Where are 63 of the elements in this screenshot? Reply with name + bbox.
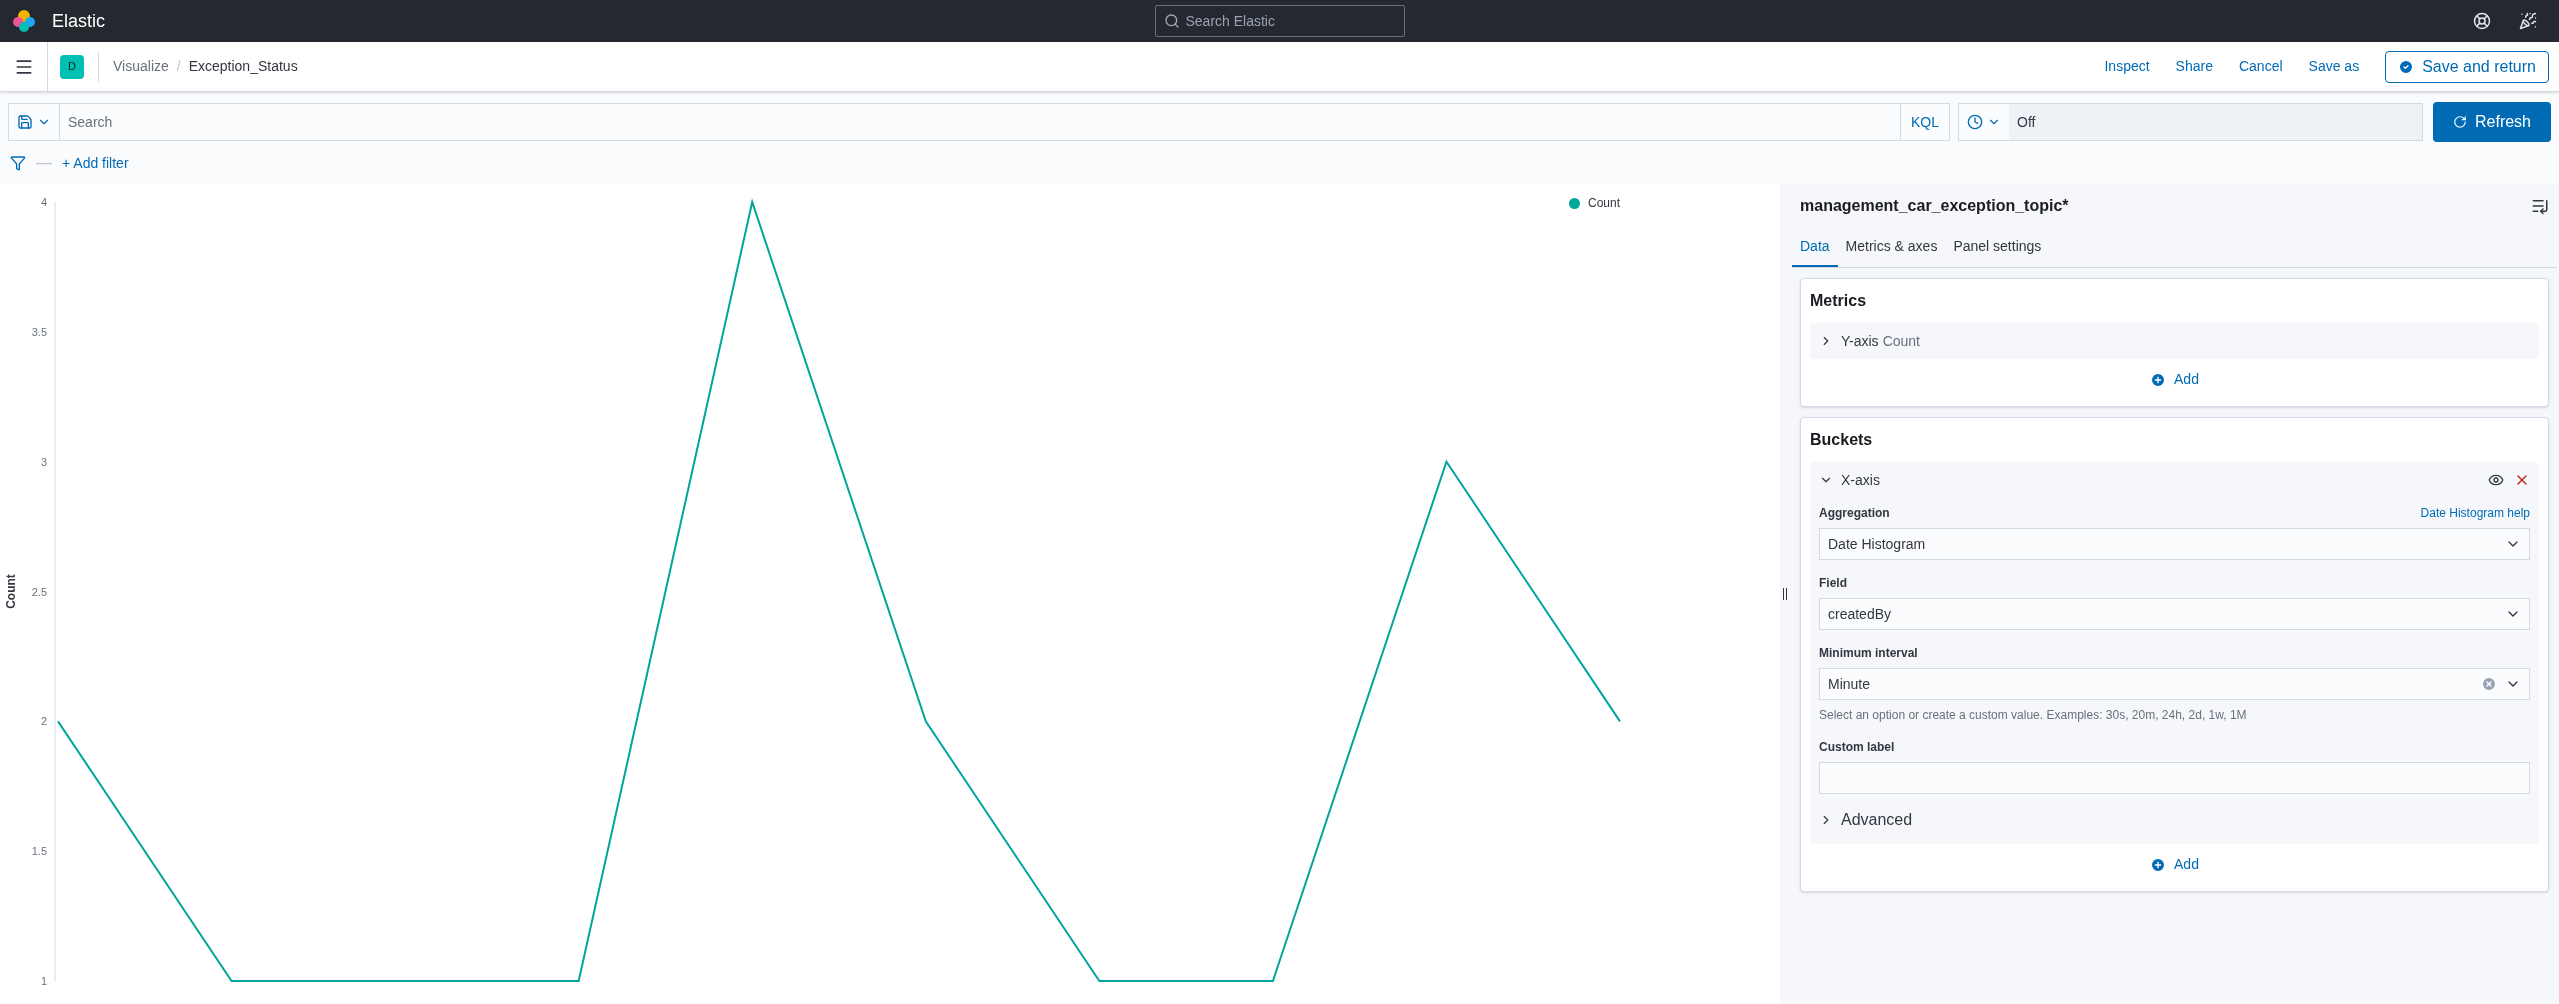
editor-tab[interactable]: Metrics & axes <box>1837 228 1946 267</box>
plus-icon <box>2150 371 2167 388</box>
select-field[interactable]: Date Histogram <box>1819 528 2530 560</box>
plus-icon <box>2150 856 2167 873</box>
add-button[interactable]: Add <box>2150 369 2199 390</box>
refresh-interval-field[interactable]: Off <box>2009 104 2422 140</box>
nav-action-link[interactable]: Cancel <box>2238 56 2283 77</box>
editor-tab[interactable]: Panel settings <box>1945 228 2050 267</box>
field-label: Aggregation <box>1819 505 1890 522</box>
filter-separator: — <box>36 153 52 173</box>
search-icon <box>1163 13 1180 29</box>
add-filter-link[interactable]: + Add filter <box>62 152 129 174</box>
help-text: Select an option or create a custom value. Examples: 30s, 20m, 24h, 2d, 1w, 1M <box>1819 707 2248 724</box>
select-field[interactable]: createdBy <box>1819 598 2530 630</box>
logo-icon[interactable] <box>12 9 36 33</box>
y-tick-label: 2.5 <box>31 585 47 598</box>
editor-tab[interactable]: Data <box>1792 228 1838 267</box>
y-tick-label: 2 <box>40 715 47 728</box>
add-button[interactable]: Add <box>2150 854 2199 875</box>
refresh-icon <box>2453 115 2467 129</box>
y-tick-label: 1.5 <box>31 845 47 858</box>
space-avatar[interactable]: D <box>60 54 84 79</box>
section-title: Metrics <box>1810 291 1868 311</box>
help-link[interactable]: Date Histogram help <box>2420 504 2530 522</box>
aggregation-title[interactable]: Y-axis <box>1841 330 1879 352</box>
resize-handle-icon[interactable] <box>1783 588 1787 600</box>
party-popper-icon[interactable] <box>2519 12 2537 30</box>
brand-name[interactable]: Elastic <box>52 7 105 35</box>
nav-action-link[interactable]: Share <box>2175 56 2213 77</box>
advanced-toggle[interactable]: Advanced <box>1841 808 1913 832</box>
aggregation-title[interactable]: X-axis <box>1841 469 1880 491</box>
legend-label[interactable]: Count <box>1587 194 1620 212</box>
breadcrumb-separator: / <box>176 57 181 76</box>
y-tick-label: 4 <box>40 196 47 208</box>
collapse-icon[interactable] <box>2531 197 2549 215</box>
field-label: Custom label <box>1819 739 1895 756</box>
nav-action-link[interactable]: Inspect <box>2104 56 2150 77</box>
aggregation-type: Count <box>1882 331 1920 351</box>
search-input[interactable]: Search <box>60 104 1900 140</box>
nav-action-link[interactable]: Save as <box>2308 56 2360 77</box>
combo-box-field[interactable]: Minute <box>1819 668 2530 700</box>
save-and-return-button[interactable]: Save and return <box>2385 50 2549 83</box>
filter-icon[interactable] <box>10 155 26 171</box>
breadcrumb[interactable]: Exception_Status <box>188 56 298 77</box>
breadcrumb[interactable]: Visualize <box>113 56 169 77</box>
y-tick-label: 3.5 <box>31 325 47 338</box>
help-icon[interactable] <box>2473 12 2491 30</box>
query-field[interactable]: Search KQL <box>8 103 1950 141</box>
index-pattern-title: management_car_exception_topic* <box>1800 196 2069 216</box>
check-icon <box>2398 58 2415 75</box>
eye-icon[interactable] <box>2488 472 2504 488</box>
refresh-button[interactable]: Refresh <box>2433 102 2551 142</box>
y-axis-title: Count <box>4 574 19 609</box>
y-tick-label: 3 <box>40 455 47 468</box>
global-search-field[interactable]: Search Elastic <box>1154 5 1405 37</box>
y-tick-label: 1 <box>40 975 47 987</box>
section-title: Buckets <box>1810 430 1874 450</box>
field-label: Minimum interval <box>1819 645 1918 662</box>
input-field[interactable] <box>1819 762 2530 794</box>
language-button[interactable]: KQL <box>1900 104 1949 140</box>
clear-icon[interactable] <box>2481 676 2497 692</box>
y-axis: 1 1.5 2 2.5 3 3.5 4 <box>31 196 56 987</box>
field-label: Field <box>1819 575 1847 592</box>
